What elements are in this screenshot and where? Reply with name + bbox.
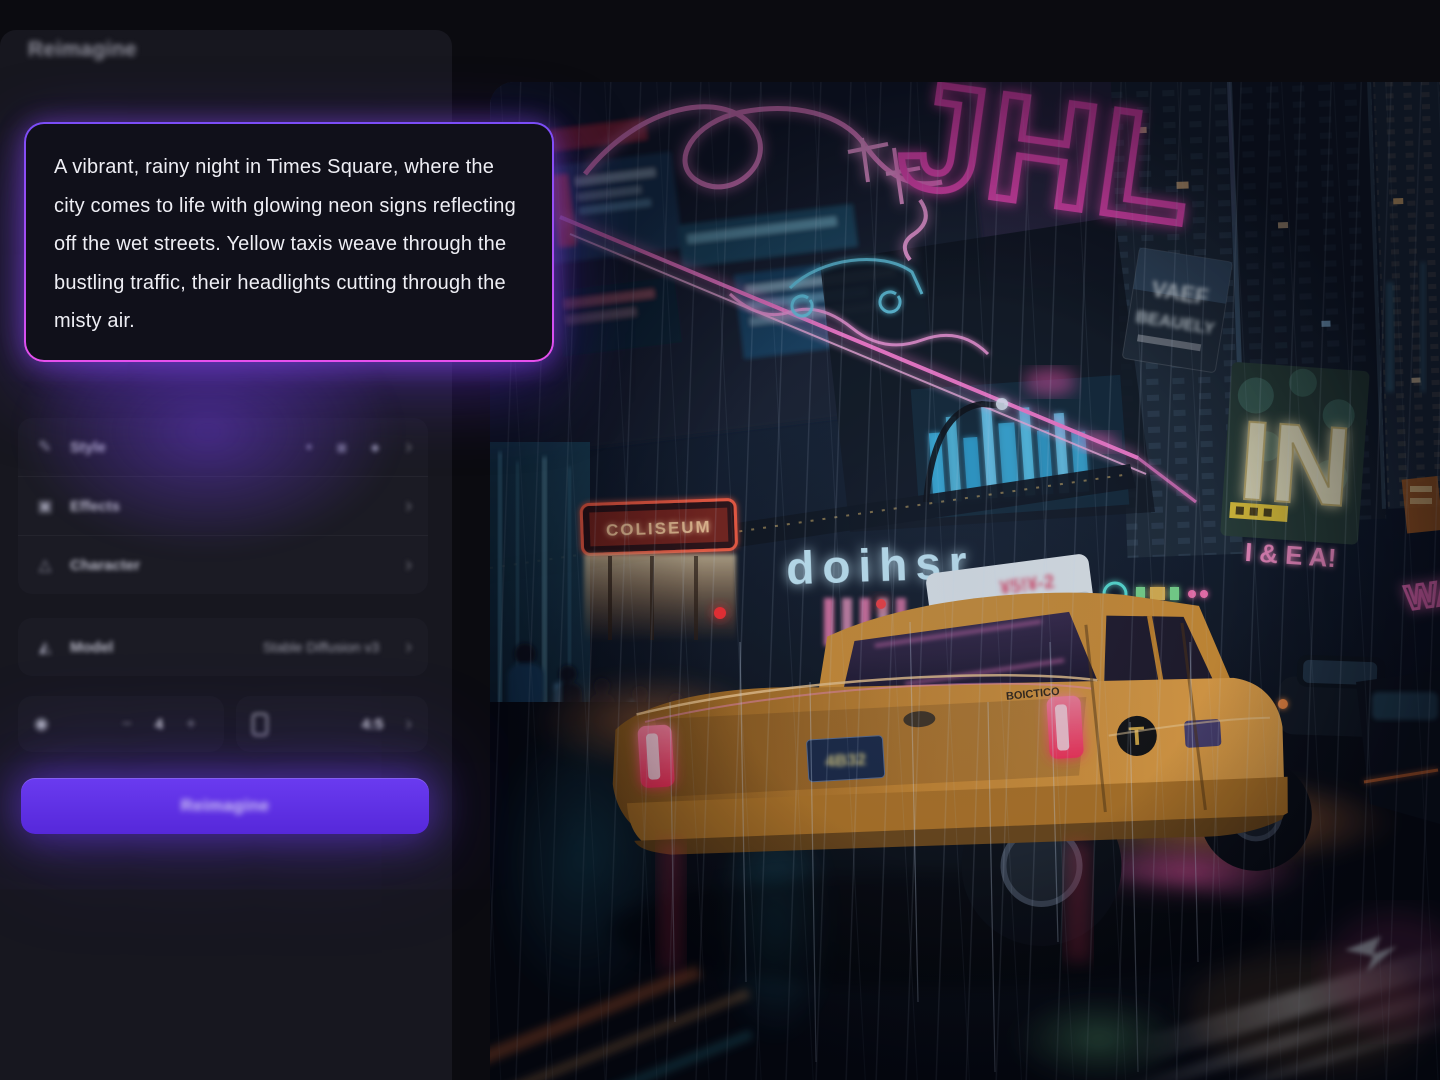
reimagine-button[interactable]: Reimagine	[21, 778, 429, 834]
chevron-right-icon: ›	[405, 637, 412, 657]
app-window: Reimagine A vibrant, rainy night in Time…	[0, 0, 1440, 1080]
model-selector[interactable]: ◭ Model Stable Diffusion v3 ›	[18, 618, 428, 676]
menu-item-label: Style	[70, 439, 282, 456]
menu-item-effects[interactable]: ▣ Effects ›	[18, 476, 428, 535]
chevron-right-icon: ›	[405, 437, 412, 457]
swatch-diamond-icon: ◆	[371, 441, 379, 454]
count-icon: ◉	[34, 714, 49, 734]
portrait-aspect-icon	[252, 713, 268, 736]
times-square-artwork: JHL VAEF BEAUELY	[490, 82, 1440, 1080]
menu-item-label: Character	[70, 557, 379, 574]
model-label: Model	[70, 639, 249, 656]
increment-button[interactable]: +	[174, 714, 208, 734]
count-value: 4	[144, 716, 174, 733]
character-icon: △	[34, 555, 56, 575]
chevron-right-icon: ›	[405, 714, 412, 734]
prompt-card[interactable]: A vibrant, rainy night in Times Square, …	[24, 122, 554, 362]
menu-item-style[interactable]: ✎ Style ● ▦ ◆ ›	[18, 418, 428, 476]
chevron-right-icon: ›	[405, 555, 412, 575]
image-count-stepper: ◉ − 4 +	[18, 696, 224, 752]
swatch-dot-icon: ●	[306, 441, 313, 453]
reimagine-button-label: Reimagine	[181, 796, 270, 815]
prompt-input[interactable]: A vibrant, rainy night in Times Square, …	[54, 148, 528, 341]
sidebar: Reimagine A vibrant, rainy night in Time…	[0, 30, 452, 1080]
decrement-button[interactable]: −	[110, 714, 144, 734]
menu-item-label: Effects	[70, 498, 379, 515]
chevron-right-icon: ›	[405, 496, 412, 516]
page-title: Reimagine	[28, 38, 137, 62]
menu-item-character[interactable]: △ Character ›	[18, 535, 428, 594]
swatch-grid-icon: ▦	[336, 441, 346, 454]
aspect-ratio-selector[interactable]: 4:5 ›	[236, 696, 428, 752]
model-icon: ◭	[34, 637, 56, 657]
aspect-value: 4:5	[362, 716, 384, 733]
rain-overlay	[490, 82, 1440, 1080]
effects-icon: ▣	[34, 496, 56, 516]
style-icon: ✎	[34, 437, 56, 457]
model-value: Stable Diffusion v3	[263, 639, 379, 655]
generated-image: JHL VAEF BEAUELY	[490, 82, 1440, 1080]
settings-menu: ✎ Style ● ▦ ◆ › ▣ Effects › △ Character …	[18, 418, 428, 594]
